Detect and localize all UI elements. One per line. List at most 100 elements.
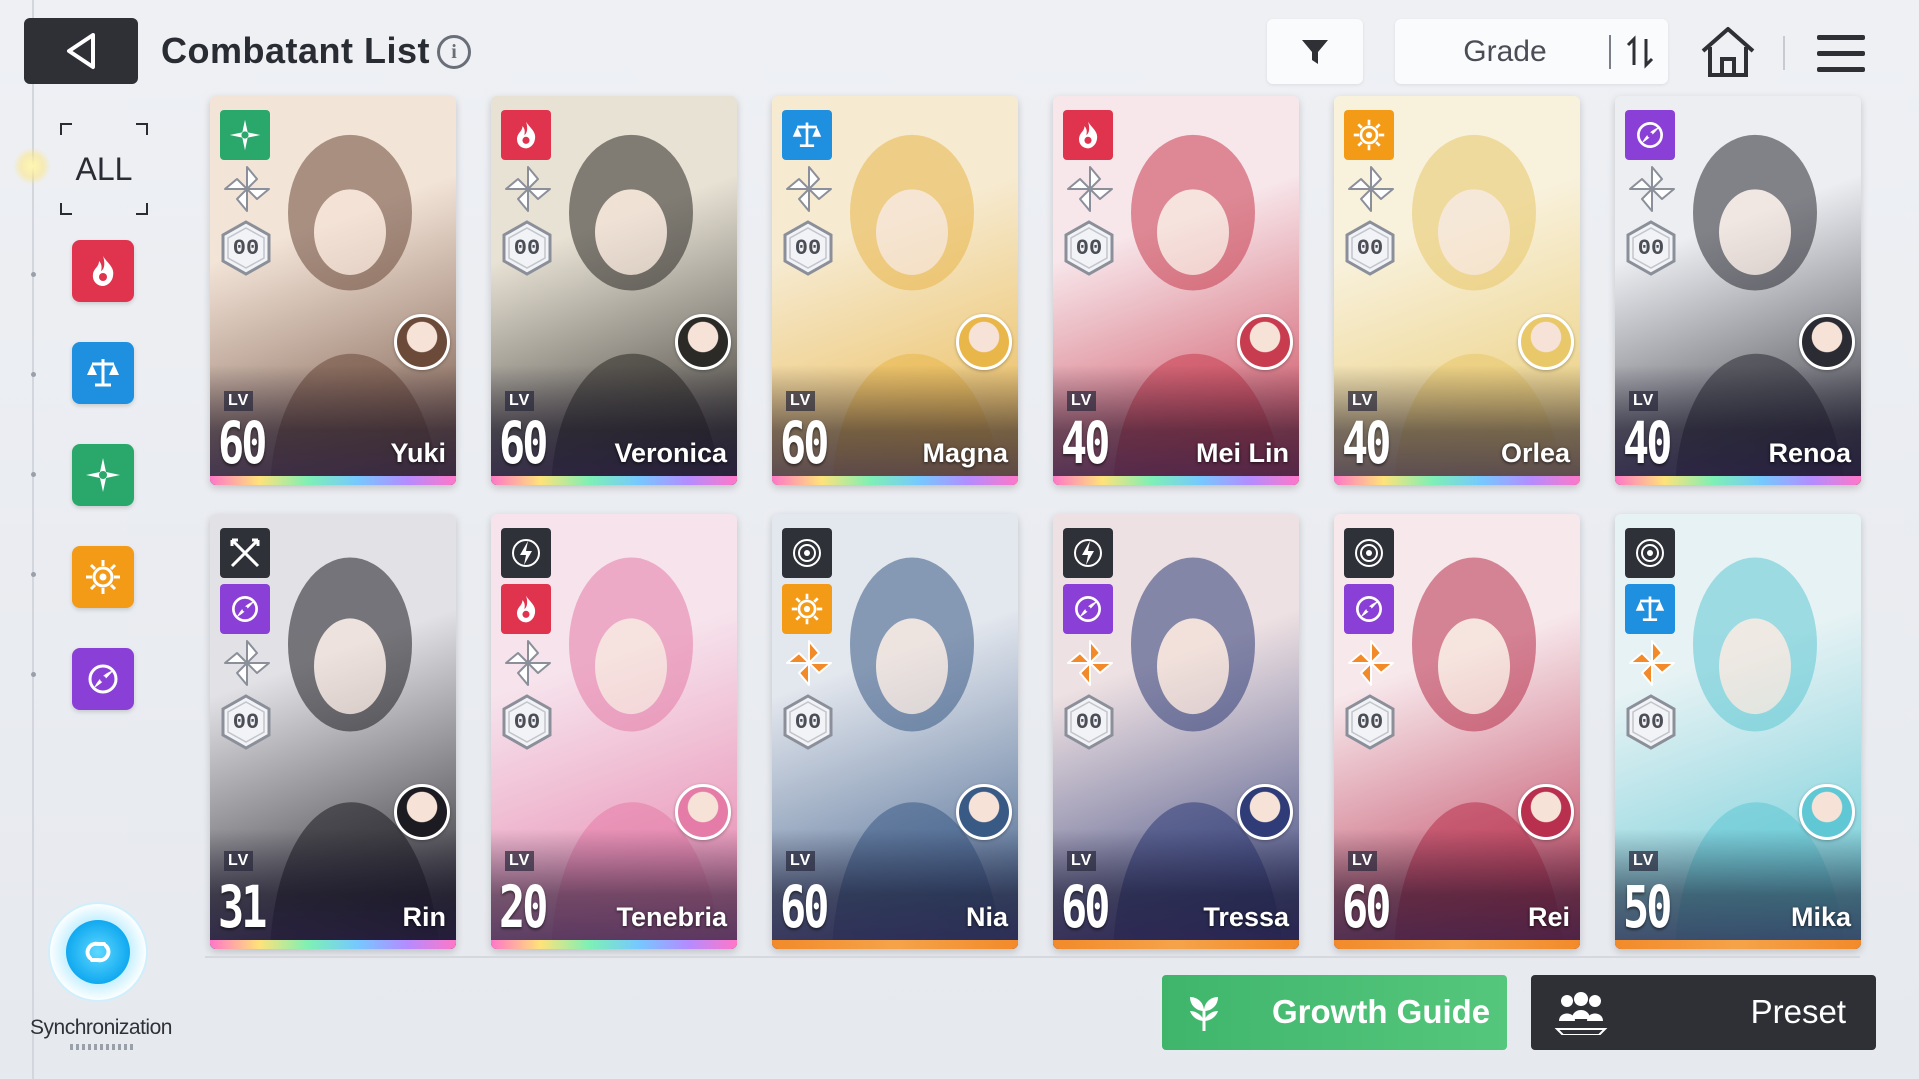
squad-icon: [1554, 992, 1608, 1035]
growth-guide-label: Growth Guide: [1272, 993, 1491, 1030]
character-name: Orlea: [1500, 438, 1570, 468]
sort-dropdown[interactable]: Grade: [1395, 19, 1668, 84]
sun-element-icon: [86, 560, 120, 594]
grade-hex-badge: 00: [501, 694, 553, 750]
home-button[interactable]: [1693, 20, 1763, 84]
combatant-card[interactable]: 00 LV 60 Tressa: [1053, 514, 1299, 949]
level-value: 20: [499, 873, 548, 941]
character-name: Magna: [922, 438, 1008, 468]
level-label: LV: [505, 851, 535, 871]
top-bar: Combatant List i Grade: [0, 0, 1919, 100]
grade-hex-badge: 00: [782, 220, 834, 276]
character-name: Nia: [965, 902, 1008, 932]
support-avatar-icon: [675, 784, 731, 840]
character-name: Renoa: [1768, 438, 1851, 468]
combatant-grid: 00 LV 60 Yuki 00 LV 60 Veronica 00 LV 60 Magna: [210, 96, 1870, 949]
back-button[interactable]: [24, 18, 138, 84]
support-avatar-icon: [1799, 784, 1855, 840]
level-label: LV: [786, 851, 816, 871]
grade-hex-badge: 00: [1063, 694, 1115, 750]
growth-guide-button[interactable]: Growth Guide: [1162, 975, 1507, 1050]
combatant-card[interactable]: 00 LV 40 Mei Lin: [1053, 96, 1299, 485]
light-element-icon: [782, 584, 832, 634]
sort-order-toggle[interactable]: [1617, 27, 1663, 77]
order-element-icon: [782, 110, 832, 160]
sync-icon: [66, 920, 130, 984]
combatant-card[interactable]: 00 LV 60 Nia: [772, 514, 1018, 949]
support-avatar-icon: [1799, 314, 1855, 370]
level-label: LV: [224, 851, 254, 871]
wind-element-icon: [220, 110, 270, 160]
filter-button[interactable]: [1267, 19, 1363, 84]
void-element-icon: [88, 664, 118, 694]
wind-element-icon: [86, 458, 120, 492]
rail-dot: [31, 572, 36, 577]
synchronization-button[interactable]: Synchronization: [28, 892, 178, 1062]
grade-hex-badge: 00: [220, 220, 272, 276]
level-value: 50: [1623, 873, 1672, 941]
rail-dot: [31, 472, 36, 477]
sprout-icon: [1180, 989, 1228, 1037]
info-icon[interactable]: i: [437, 35, 471, 69]
rarity-bar: [1334, 940, 1580, 949]
filter-all[interactable]: ALL: [60, 123, 148, 215]
rarity-bar: [491, 940, 737, 949]
combatant-card[interactable]: 00 LV 60 Veronica: [491, 96, 737, 485]
rail-dot: [31, 272, 36, 277]
menu-line: [1817, 66, 1865, 72]
combatant-card[interactable]: 00 LV 60 Yuki: [210, 96, 456, 485]
pinwheel-rank-icon: [1063, 162, 1117, 216]
back-arrow-icon: [67, 33, 95, 69]
ranger-class-icon: [1063, 528, 1113, 578]
page-title: Combatant List: [161, 30, 431, 71]
corner-mark: [60, 203, 72, 215]
fire-element-icon: [1063, 110, 1113, 160]
corner-mark: [136, 203, 148, 215]
filter-void[interactable]: [72, 648, 134, 710]
menu-button[interactable]: [1810, 22, 1872, 84]
character-name: Yuki: [390, 438, 446, 468]
rarity-bar: [772, 476, 1018, 485]
pinwheel-rank-icon: [1344, 162, 1398, 216]
level-value: 40: [1623, 409, 1672, 477]
home-icon: [1701, 27, 1755, 77]
support-avatar-icon: [1518, 314, 1574, 370]
filter-order[interactable]: [72, 342, 134, 404]
filter-light[interactable]: [72, 546, 134, 608]
support-class-icon: [1344, 528, 1394, 578]
combatant-card[interactable]: 00 LV 60 Magna: [772, 96, 1018, 485]
support-avatar-icon: [394, 314, 450, 370]
character-name: Mei Lin: [1196, 438, 1289, 468]
filter-wind[interactable]: [72, 444, 134, 506]
level-value: 40: [1061, 409, 1110, 477]
combatant-card[interactable]: 00 LV 20 Tenebria: [491, 514, 737, 949]
level-value: 60: [499, 409, 548, 477]
combatant-card[interactable]: 00 LV 40 Orlea: [1334, 96, 1580, 485]
grid-bottom-line: [205, 956, 1860, 958]
filter-icon: [1302, 39, 1328, 64]
support-avatar-icon: [1237, 784, 1293, 840]
combatant-card[interactable]: 00 LV 50 Mika: [1615, 514, 1861, 949]
support-avatar-icon: [956, 784, 1012, 840]
support-avatar-icon: [394, 784, 450, 840]
rarity-bar: [1053, 940, 1299, 949]
filter-fire[interactable]: [72, 240, 134, 302]
void-element-icon: [1625, 110, 1675, 160]
support-class-icon: [782, 528, 832, 578]
combatant-card[interactable]: 00 LV 60 Rei: [1334, 514, 1580, 949]
combatant-card[interactable]: 00 LV 31 Rin: [210, 514, 456, 949]
corner-mark: [60, 123, 72, 135]
pinwheel-rank-icon: [782, 162, 836, 216]
scales-element-icon: [87, 359, 119, 387]
grade-hex-badge: 00: [1625, 220, 1677, 276]
filter-all-label: ALL: [75, 150, 133, 187]
level-label: LV: [1067, 391, 1097, 411]
support-avatar-icon: [1237, 314, 1293, 370]
character-name: Mika: [1790, 902, 1851, 932]
combatant-card[interactable]: 00 LV 40 Renoa: [1615, 96, 1861, 485]
rarity-bar: [491, 476, 737, 485]
level-value: 60: [1061, 873, 1110, 941]
rail-dot: [31, 672, 36, 677]
preset-button[interactable]: Preset: [1531, 975, 1876, 1050]
pinwheel-rank-icon: [220, 162, 274, 216]
